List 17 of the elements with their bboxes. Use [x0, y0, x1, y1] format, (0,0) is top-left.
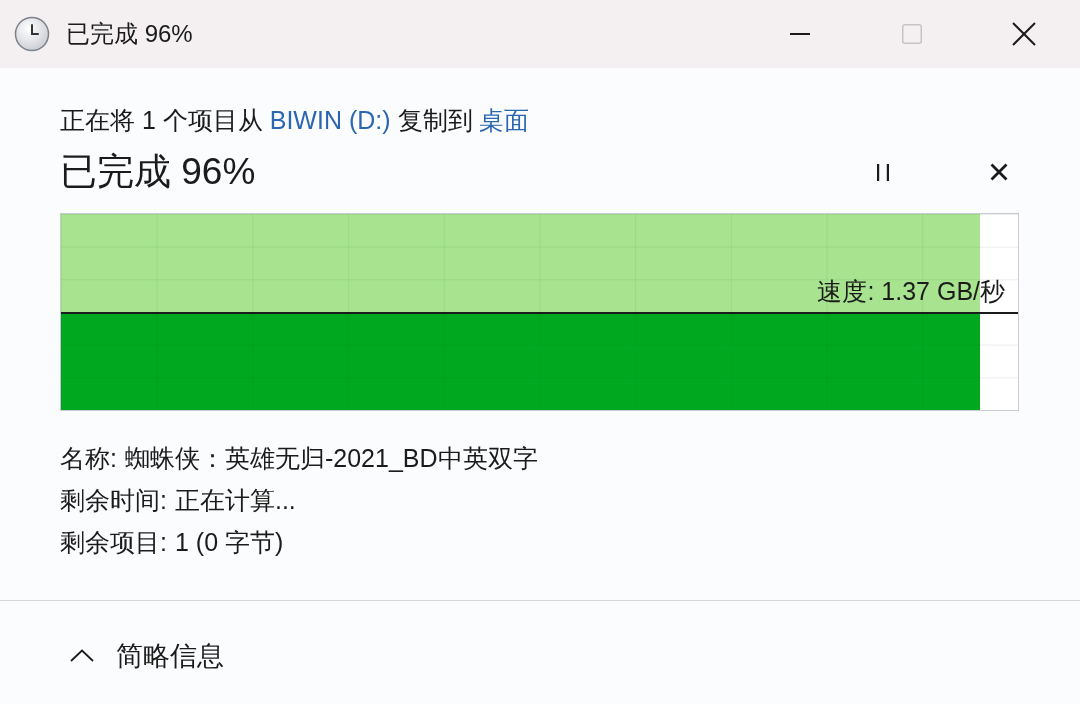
window-title: 已完成 96%	[66, 19, 193, 49]
speed-label: 速度: 1.37 GB/秒	[817, 276, 1005, 306]
progress-heading: 已完成 96%	[60, 150, 256, 194]
detail-label: 名称:	[60, 442, 117, 474]
detail-value: 1 (0 字节)	[174, 526, 284, 558]
details-toggle[interactable]: 简略信息	[70, 637, 224, 674]
chevron-up-icon	[70, 649, 94, 662]
clock-icon	[14, 16, 50, 52]
source-link[interactable]: BIWIN (D:)	[269, 106, 391, 134]
destination-link[interactable]: 桌面	[479, 106, 530, 134]
detail-value: 正在计算...	[174, 484, 296, 516]
detail-value: 蜘蛛侠：英雄无归-2021_BD中英双字	[124, 442, 538, 474]
close-icon	[990, 163, 1008, 181]
copy-description: 正在将 1 个项目从 BIWIN (D:) 复制到 桌面	[60, 105, 530, 136]
pause-icon	[877, 163, 889, 181]
detail-label: 剩余时间:	[60, 484, 167, 516]
detail-label: 剩余项目:	[60, 526, 167, 558]
